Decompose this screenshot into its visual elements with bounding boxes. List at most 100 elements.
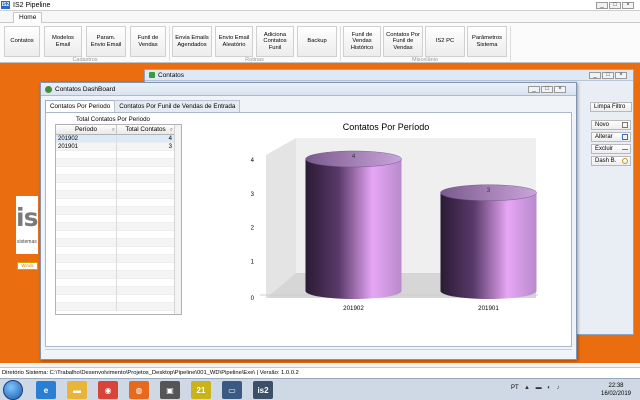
empty-row — [56, 255, 175, 263]
tab-home[interactable]: Home — [13, 12, 43, 23]
clock[interactable]: 22:38 16/02/2019 — [597, 382, 635, 398]
backup-button[interactable]: Backup — [297, 26, 337, 57]
clock-time: 22:38 — [608, 383, 624, 389]
filter-icon[interactable]: ⌕ — [112, 126, 115, 135]
parametros-sistema-button[interactable]: Parâmetros Sistema — [467, 26, 507, 57]
monitor-icon[interactable]: ▭ — [222, 381, 242, 399]
dash-board-button[interactable]: Dash B. — [591, 156, 631, 166]
minimize-button[interactable]: _ — [589, 72, 601, 79]
filter-icon[interactable]: ⌕ — [170, 126, 173, 135]
contatos-button[interactable]: Contatos — [4, 26, 40, 57]
chrome-icon[interactable]: ◉ — [98, 381, 118, 399]
maximize-button[interactable]: □ — [541, 86, 553, 93]
empty-row — [56, 263, 175, 271]
x-tick-label: 201901 — [478, 305, 499, 312]
folder-icon[interactable]: ▬ — [67, 381, 87, 399]
empty-row — [56, 271, 175, 279]
maximize-button[interactable]: □ — [602, 72, 614, 79]
dashboard-icon — [622, 158, 628, 164]
alterar-label: Alterar — [595, 134, 613, 140]
tray-icons[interactable]: ▲ ▬ ◐ ♪ — [524, 385, 562, 391]
excluir-button[interactable]: Excluir — [591, 144, 631, 154]
is2-pc-button[interactable]: IS2 PC — [425, 26, 465, 57]
minimize-button[interactable]: _ — [596, 2, 608, 9]
tray-language[interactable]: PT — [511, 385, 519, 391]
empty-row — [56, 295, 175, 303]
limpa-filtro-label: Limpa Filtro — [594, 104, 626, 110]
column-divider — [116, 175, 117, 183]
dashboard-title: Contatos DashBoard — [55, 85, 116, 93]
tab-contatos-por-periodo[interactable]: Contatos Por Periodo — [45, 100, 116, 112]
contatos-por-funil-button[interactable]: Contatos Por Funil de Vendas — [383, 26, 423, 57]
chart-bar — [440, 192, 537, 299]
table-row[interactable]: 201902 4 — [56, 135, 175, 143]
ie-icon[interactable]: e — [36, 381, 56, 399]
minimize-button[interactable]: _ — [528, 86, 540, 93]
contatos-grid[interactable]: Período ⌕ Total Contatos ⌕ 201902 4 201901… — [55, 124, 182, 315]
envia-emails-agendados-button[interactable]: Envia Emails Agendados — [172, 26, 212, 57]
empty-row — [56, 279, 175, 287]
empty-row — [56, 175, 175, 183]
is2-icon[interactable]: is2 — [253, 381, 273, 399]
start-button[interactable] — [3, 380, 23, 400]
column-divider — [116, 207, 117, 215]
empty-row — [56, 215, 175, 223]
funil-vendas-button[interactable]: Funil de Vendas — [130, 26, 166, 57]
empty-row — [56, 191, 175, 199]
column-header-periodo[interactable]: Período ⌕ — [56, 125, 117, 135]
chart-title: Contatos Por Período — [343, 122, 430, 132]
column-header-total[interactable]: Total Contatos ⌕ — [117, 125, 175, 135]
windev-icon[interactable]: ▣ — [160, 381, 180, 399]
funil-vendas-historico-button[interactable]: Funil de Vendas Histórico — [343, 26, 381, 57]
y-tick-label: 4 — [251, 158, 255, 164]
contatos-window-title: Contatos — [158, 71, 185, 79]
grid-scrollbar[interactable] — [174, 125, 181, 314]
tab-contatos-por-funil[interactable]: Contatos Por Funil de Vendas de Entrada — [114, 100, 241, 112]
empty-row — [56, 207, 175, 215]
limpa-filtro-button[interactable]: Limpa Filtro — [590, 102, 632, 112]
dash-board-label: Dash B. — [595, 158, 617, 164]
chart-side-wall — [266, 138, 296, 298]
column-divider — [116, 223, 117, 231]
empty-row — [56, 151, 175, 159]
y-tick-label: 2 — [251, 226, 255, 232]
x-tick-label: 201902 — [343, 305, 364, 312]
dashboard-window[interactable]: Contatos DashBoard _ □ × Contatos Por Pe… — [40, 82, 577, 360]
adiciona-contatos-funil-button[interactable]: Adiciona Contatos Funil — [256, 26, 294, 57]
windev-logo: Winds — [17, 262, 38, 270]
dashboard-footer — [45, 349, 572, 356]
column-divider — [116, 159, 117, 167]
delete-icon — [622, 149, 628, 150]
close-button[interactable]: × — [615, 72, 627, 79]
ribbon-separator — [510, 26, 511, 61]
empty-row — [56, 183, 175, 191]
cell-total: 4 — [168, 136, 172, 142]
empty-row — [56, 199, 175, 207]
firefox-icon[interactable]: ◍ — [129, 381, 149, 399]
modelos-email-button[interactable]: Modelos Email — [44, 26, 82, 57]
ribbon-separator — [340, 26, 341, 61]
close-button[interactable]: × — [554, 86, 566, 93]
column-divider — [116, 143, 117, 151]
column-divider — [116, 183, 117, 191]
maximize-button[interactable]: □ — [609, 2, 621, 9]
dashboard-titlebar: Contatos DashBoard — [41, 83, 576, 96]
column-divider — [116, 263, 117, 271]
alterar-button[interactable]: Alterar — [591, 132, 631, 142]
param-envio-email-button[interactable]: Param. Envio Email — [86, 26, 126, 57]
app21-icon[interactable]: 21 — [191, 381, 211, 399]
y-tick-label: 0 — [251, 296, 255, 302]
column-divider — [116, 199, 117, 207]
close-button[interactable]: × — [622, 2, 634, 9]
empty-row — [56, 231, 175, 239]
envio-email-aleatorio-button[interactable]: Envio Email Aleatório — [215, 26, 253, 57]
column-divider — [116, 191, 117, 199]
clock-date: 16/02/2019 — [600, 391, 632, 397]
excluir-label: Excluir — [595, 146, 614, 152]
chart-plot: 0123442019023201901 — [251, 138, 538, 312]
app-icon: IS2 — [1, 1, 10, 9]
novo-button[interactable]: Novo — [591, 120, 631, 130]
table-row[interactable]: 201901 3 — [56, 143, 175, 151]
column-divider — [116, 303, 117, 311]
empty-row — [56, 247, 175, 255]
